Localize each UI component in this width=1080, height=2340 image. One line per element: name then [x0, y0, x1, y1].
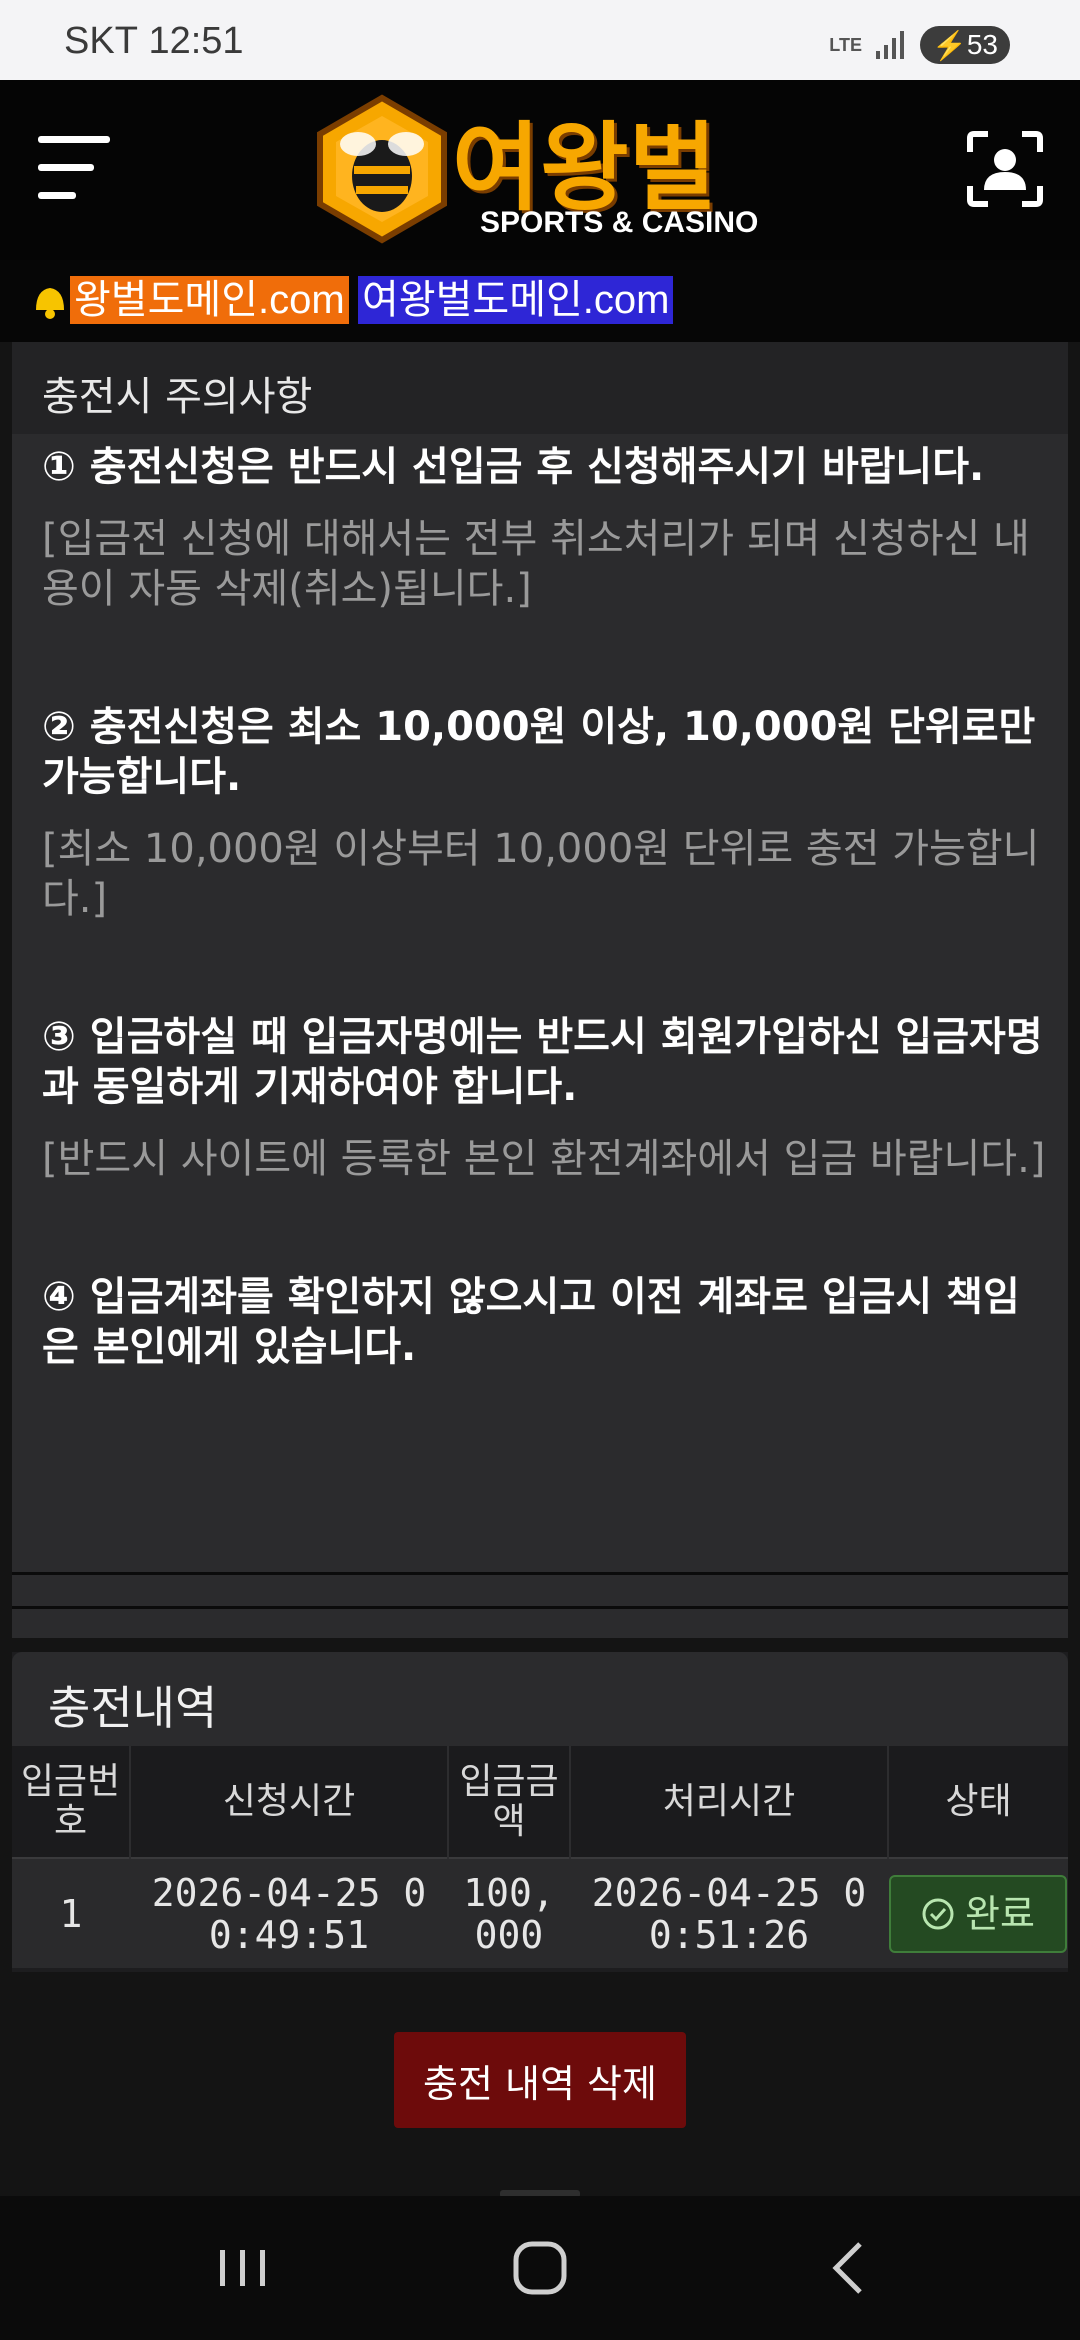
- home-button[interactable]: [500, 2232, 580, 2304]
- app-header: 여왕벌 SPORTS & CASINO: [0, 80, 1080, 260]
- lte-icon: LTE: [829, 35, 862, 55]
- divider: [12, 1572, 1068, 1575]
- system-nav-bar: [0, 2196, 1080, 2340]
- logo-subtitle: SPORTS & CASINO: [480, 206, 759, 239]
- delete-history-button[interactable]: 충전 내역 삭제: [394, 2032, 686, 2128]
- cell-requested: 2026-04-25 00:49:51: [130, 1858, 448, 1968]
- history-table: 입금번호 신청시간 입금금액 처리시간 상태 1 2026-04-25 00:4…: [12, 1746, 1068, 1968]
- column-header: 상태: [888, 1746, 1068, 1858]
- notice-title: 충전시 주의사항: [12, 342, 1068, 434]
- table-row: 1 2026-04-25 00:49:51 100,000 2026-04-25…: [12, 1858, 1068, 1968]
- home-icon: [513, 2241, 567, 2295]
- menu-icon: [38, 136, 110, 143]
- cell-status: 완료: [888, 1858, 1068, 1968]
- status-bar: SKT 12:51 LTE ⚡ 53: [0, 0, 1080, 80]
- charge-history-panel: 충전내역 입금번호 신청시간 입금금액 처리시간 상태 1 2026-04-25…: [12, 1652, 1068, 1972]
- status-badge: 완료: [889, 1874, 1067, 1953]
- divider: [12, 1606, 1068, 1609]
- notice-item-detail: [반드시 사이트에 등록한 본인 환전계좌에서 입금 바랍니다.]: [42, 1136, 1046, 1182]
- bell-icon: [36, 288, 64, 319]
- domain-link-primary[interactable]: 왕벌도메인.com: [70, 276, 349, 324]
- column-header: 입금금액: [448, 1746, 571, 1858]
- status-icons: LTE ⚡ 53: [829, 26, 1010, 64]
- column-header: 신청시간: [130, 1746, 449, 1858]
- cell-processed: 2026-04-25 00:51:26: [570, 1858, 888, 1968]
- notice-item-detail: [최소 10,000원 이상부터 10,000원 단위로 충전 가능합니다.]: [42, 826, 1040, 922]
- status-time: SKT 12:51: [64, 20, 244, 62]
- notice-item-detail: [입금전 신청에 대해서는 전부 취소처리가 되며 신청하신 내용이 자동 삭제…: [42, 516, 1030, 612]
- column-header: 입금번호: [12, 1746, 131, 1858]
- back-icon: [832, 2242, 862, 2294]
- status-label: 완료: [965, 1891, 1035, 1936]
- site-logo[interactable]: 여왕벌 SPORTS & CASINO: [312, 90, 772, 250]
- notice-item-heading: ④ 입금계좌를 확인하지 않으시고 이전 계좌로 입금시 책임은 본인에게 있습…: [42, 1274, 1020, 1370]
- notice-item-heading: ② 충전신청은 최소 10,000원 이상, 10,000원 단위로만 가능합니…: [42, 704, 1036, 800]
- bee-icon: [317, 94, 447, 244]
- domain-link-secondary[interactable]: 여왕벌도메인.com: [358, 276, 674, 324]
- user-button[interactable]: [966, 130, 1044, 208]
- notice-item-heading: ③ 입금하실 때 입금자명에는 반드시 회원가입하신 입금자명과 동일하게 기재…: [42, 1014, 1043, 1110]
- history-title: 충전내역: [12, 1652, 1068, 1746]
- notice-item-heading: ① 충전신청은 반드시 선입금 후 신청해주시기 바랍니다.: [42, 444, 985, 490]
- back-button[interactable]: [808, 2232, 888, 2304]
- cell-no: 1: [12, 1858, 130, 1968]
- charge-notice-panel: 충전시 주의사항 ① 충전신청은 반드시 선입금 후 신청해주시기 바랍니다. …: [12, 342, 1068, 1638]
- user-icon: [967, 131, 1043, 207]
- check-circle-icon: [922, 1898, 954, 1929]
- notice-body: ① 충전신청은 반드시 선입금 후 신청해주시기 바랍니다. [입금전 신청에 …: [42, 442, 1052, 1372]
- table-header-row: 입금번호 신청시간 입금금액 처리시간 상태: [12, 1746, 1068, 1858]
- menu-button[interactable]: [38, 136, 114, 200]
- battery-icon: ⚡ 53: [919, 26, 1010, 64]
- recent-apps-button[interactable]: [202, 2232, 282, 2304]
- column-header: 처리시간: [570, 1746, 889, 1858]
- recent-apps-icon: [220, 2250, 265, 2286]
- domain-bar: 왕벌도메인.com 여왕벌도메인.com: [0, 260, 1080, 342]
- signal-icon: [875, 31, 904, 59]
- cell-amount: 100,000: [448, 1858, 570, 1968]
